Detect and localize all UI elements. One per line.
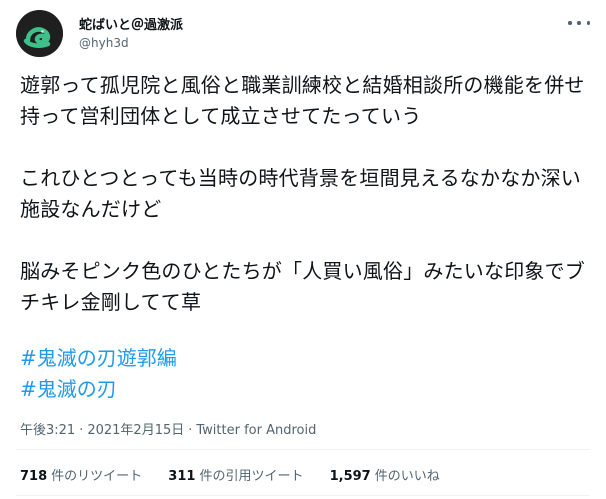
quotes-stat[interactable]: 311 件の引用ツイート	[168, 465, 303, 484]
more-dot	[577, 21, 581, 25]
tweet-text: 遊郭って孤児院と風俗と職業訓練校と結婚相談所の機能を併せ持って営利団体として成立…	[20, 70, 595, 318]
tweet-source[interactable]: Twitter for Android	[196, 423, 316, 438]
tweet-meta: 午後3:21 · 2021年2月15日 · Twitter for Android	[20, 419, 316, 438]
divider	[16, 449, 590, 450]
hashtag-list: #鬼滅の刃遊郭編 #鬼滅の刃	[20, 343, 177, 405]
hashtag-link[interactable]: #鬼滅の刃遊郭編	[20, 343, 177, 374]
retweets-count: 718	[20, 469, 48, 484]
tweet-date[interactable]: 2021年2月15日	[87, 423, 184, 438]
more-dot	[568, 21, 572, 25]
retweets-stat[interactable]: 718 件のリツイート	[20, 465, 142, 484]
meta-separator: ·	[188, 423, 193, 438]
snake-avatar-icon	[16, 10, 63, 57]
likes-stat[interactable]: 1,597 件のいいね	[330, 465, 440, 484]
more-icon[interactable]	[568, 16, 590, 30]
tweet-paragraph: 脳みそピンク色のひとたちが「人買い風俗」みたいな印象でブチキレ金剛してて草	[20, 259, 585, 314]
quotes-count: 311	[168, 469, 196, 484]
hashtag-link[interactable]: #鬼滅の刃	[20, 374, 177, 405]
tweet-stats: 718 件のリツイート 311 件の引用ツイート 1,597 件のいいね	[20, 465, 462, 484]
likes-label: 件のいいね	[374, 469, 440, 484]
meta-separator: ·	[79, 423, 84, 438]
tweet-card: 蛇ばいと＠過激派 @hyh3d 遊郭って孤児院と風俗と職業訓練校と結婚相談所の機…	[0, 0, 606, 499]
author-handle[interactable]: @hyh3d	[79, 36, 129, 50]
tweet-paragraph: これひとつとっても当時の時代背景を垣間見えるなかなか深い施設なんだけど	[20, 166, 581, 221]
avatar[interactable]	[16, 10, 63, 57]
retweets-label: 件のリツイート	[51, 469, 143, 484]
likes-count: 1,597	[329, 469, 371, 484]
more-dot	[586, 21, 590, 25]
divider	[16, 495, 590, 496]
tweet-paragraph: 遊郭って孤児院と風俗と職業訓練校と結婚相談所の機能を併せ持って営利団体として成立…	[20, 73, 585, 128]
tweet-time[interactable]: 午後3:21	[20, 423, 75, 438]
quotes-label: 件の引用ツイート	[199, 469, 304, 484]
author-display-name[interactable]: 蛇ばいと＠過激派	[79, 14, 183, 33]
